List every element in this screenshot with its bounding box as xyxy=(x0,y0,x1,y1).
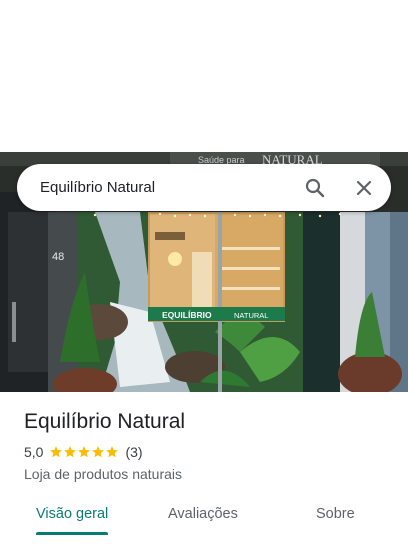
tab-overview[interactable]: Visão geral xyxy=(36,506,108,522)
star-icon xyxy=(50,446,63,458)
search-bar[interactable]: Equilíbrio Natural xyxy=(17,164,391,211)
active-tab-indicator xyxy=(36,532,108,535)
star-icon xyxy=(64,446,77,458)
star-icon xyxy=(106,446,119,458)
rating-row[interactable]: 5,0 (3) xyxy=(24,444,143,460)
sign-store-name: EQUILÍBRIO xyxy=(162,310,212,320)
review-count[interactable]: (3) xyxy=(125,444,142,460)
star-icon xyxy=(92,446,105,458)
rating-stars xyxy=(49,445,119,459)
rating-value: 5,0 xyxy=(24,444,44,460)
tab-about[interactable]: Sobre xyxy=(316,506,355,522)
blank-area xyxy=(0,0,408,152)
tab-reviews[interactable]: Avaliações xyxy=(168,506,238,522)
close-icon[interactable] xyxy=(355,179,373,197)
search-icon[interactable] xyxy=(305,178,325,198)
star-icon xyxy=(78,446,91,458)
search-input[interactable]: Equilíbrio Natural xyxy=(40,179,305,196)
tab-bar: Visão geral Avaliações Sobre xyxy=(0,496,408,544)
place-category: Loja de produtos naturais xyxy=(24,466,182,482)
street-number: 48 xyxy=(52,251,64,263)
place-info-panel: Equilíbrio Natural 5,0 (3) Loja de produ… xyxy=(0,392,408,544)
place-name: Equilíbrio Natural xyxy=(24,410,186,433)
sign-store-name-right: NATURAL xyxy=(234,311,268,320)
